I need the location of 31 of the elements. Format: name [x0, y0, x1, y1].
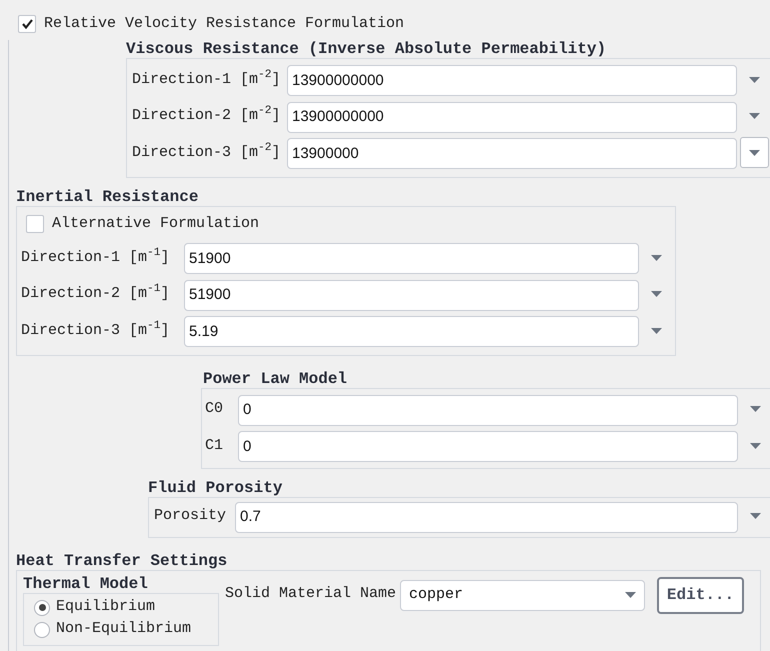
section-title: Fluid Porosity: [148, 479, 284, 497]
section-title: Viscous Resistance (Inverse Absolute Permeability): [126, 40, 608, 58]
field-label: Direction-2 [m$^{-1}$]: [21, 283, 171, 304]
dropdown-field[interactable]: copper: [400, 580, 646, 610]
input-field[interactable]: 0: [238, 431, 738, 462]
field-label: Direction-1 [m$^{-2}$]: [132, 68, 282, 90]
field-label: Direction-3 [m$^{-2}$]: [132, 142, 282, 162]
input-field[interactable]: 13900000: [287, 138, 737, 170]
radio-label: Equilibrium: [56, 597, 156, 618]
input-field[interactable]: 13900000000: [287, 102, 737, 133]
field-label: C0: [205, 399, 224, 419]
field-label: Direction-3 [m$^{-1}$]: [21, 320, 171, 340]
input-field[interactable]: 0.7: [235, 502, 738, 533]
section-title: Heat Transfer Settings: [16, 552, 228, 570]
input-field[interactable]: 0: [238, 394, 738, 426]
radio-label: Non-Equilibrium: [56, 619, 192, 640]
input-field[interactable]: 13900000000: [287, 65, 737, 96]
field-label: Solid Material Name: [225, 584, 396, 604]
input-field[interactable]: 51900: [184, 243, 639, 274]
field-label: Porosity: [154, 506, 228, 526]
checkbox-label: Relative Velocity Resistance Formulation: [44, 14, 404, 34]
section-title: Power Law Model: [203, 370, 348, 388]
section-title: Thermal Model: [23, 574, 149, 592]
input-field[interactable]: 51900: [184, 280, 639, 311]
field-label: Direction-2 [m$^{-2}$]: [132, 105, 282, 126]
edit-button[interactable]: Edit...: [657, 576, 744, 614]
checkbox-label: Alternative Formulation: [52, 214, 260, 234]
field-label: Direction-1 [m$^{-1}$]: [21, 246, 171, 268]
field-label: C1: [205, 436, 224, 456]
section-title: Inertial Resistance: [16, 188, 200, 206]
input-field[interactable]: 5.19: [184, 316, 639, 348]
